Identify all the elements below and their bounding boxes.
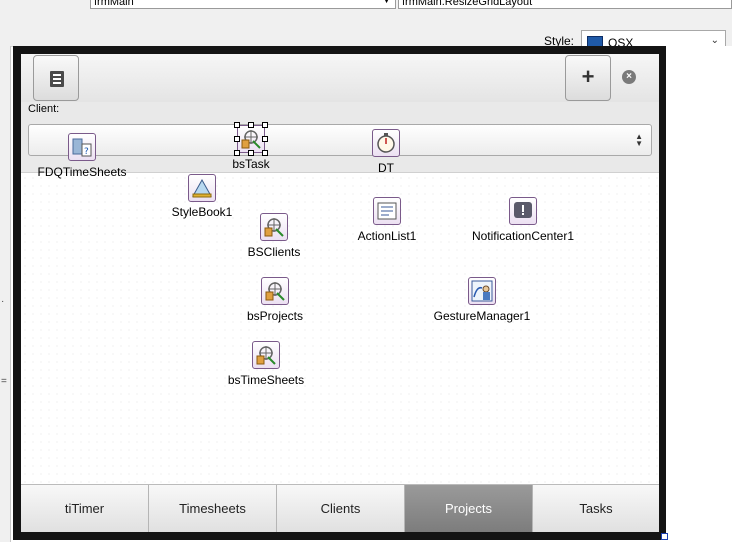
- dataset-component-icon[interactable]: ?: [68, 133, 96, 161]
- bindsource-component-icon[interactable]: [237, 125, 265, 153]
- chevron-down-icon[interactable]: ▼: [382, 0, 391, 7]
- component-caption: BSClients: [247, 245, 301, 259]
- selection-handle[interactable]: [248, 150, 254, 156]
- bindsource-component-icon[interactable]: [261, 277, 289, 305]
- tab-clients[interactable]: Clients: [277, 485, 405, 532]
- selection-handle[interactable]: [234, 150, 240, 156]
- selection-handle[interactable]: [262, 150, 268, 156]
- svg-text:?: ?: [84, 147, 89, 157]
- gesture-component-icon[interactable]: [468, 277, 496, 305]
- ide-right-area: [666, 46, 732, 542]
- component-caption: NotificationCenter1: [471, 229, 575, 243]
- client-label: Client:: [28, 103, 60, 115]
- ide-left-panel: · =: [0, 46, 11, 542]
- stylebook-component-icon[interactable]: [188, 174, 216, 202]
- add-button[interactable]: +: [565, 55, 611, 101]
- component-caption: StyleBook1: [171, 205, 233, 219]
- client-panel: Client: ▲ ▼: [21, 102, 659, 173]
- tab-bar: tiTimer Timesheets Clients Projects Task…: [21, 484, 659, 532]
- form-resize-handle[interactable]: [661, 533, 668, 540]
- event-selector-value: frmMain.ResizeGridLayout: [402, 0, 533, 8]
- clear-icon[interactable]: ×: [622, 70, 636, 84]
- selection-handle[interactable]: [248, 122, 254, 128]
- ide-top-toolbar: frmMain ▼ frmMain.ResizeGridLayout: [0, 0, 732, 10]
- form-toolbar: + ×: [21, 54, 659, 103]
- panel-mark: =: [1, 376, 7, 387]
- component-caption: GestureManager1: [433, 309, 531, 323]
- tab-timesheets[interactable]: Timesheets: [149, 485, 277, 532]
- selection-handle[interactable]: [262, 136, 268, 142]
- bindsource-component-icon[interactable]: [252, 341, 280, 369]
- event-selector-combo[interactable]: frmMain.ResizeGridLayout: [398, 0, 732, 9]
- form-selector-combo[interactable]: frmMain ▼: [90, 0, 396, 9]
- panel-mark: ·: [1, 296, 5, 307]
- component-caption: FDQTimeSheets: [37, 165, 127, 179]
- chevron-down-icon[interactable]: ⌄: [711, 35, 719, 46]
- updown-icon: ▲ ▼: [635, 132, 643, 148]
- form-selector-value: frmMain: [94, 0, 134, 8]
- tab-titimer[interactable]: tiTimer: [21, 485, 149, 532]
- form-canvas: + × Client: ▲ ▼ ? FDQTimeSheets bsTask D…: [21, 54, 659, 532]
- component-caption: bsTimeSheets: [227, 373, 305, 387]
- component-caption: DT: [378, 161, 394, 175]
- menu-button[interactable]: [33, 55, 79, 101]
- tab-projects[interactable]: Projects: [405, 485, 533, 532]
- list-icon: [50, 71, 64, 87]
- component-caption: ActionList1: [357, 229, 417, 243]
- actionlist-component-icon[interactable]: [373, 197, 401, 225]
- component-caption: bsProjects: [246, 309, 304, 323]
- component-caption: bsTask: [232, 157, 270, 171]
- client-combo[interactable]: ▲ ▼: [28, 124, 652, 156]
- notification-component-icon[interactable]: [509, 197, 537, 225]
- ide-style-bar: Style: OSX ⌄: [0, 10, 732, 53]
- selection-handle[interactable]: [234, 136, 240, 142]
- tab-tasks[interactable]: Tasks: [533, 485, 659, 532]
- selection-handle[interactable]: [234, 122, 240, 128]
- bindsource-component-icon[interactable]: [260, 213, 288, 241]
- selection-handle[interactable]: [262, 122, 268, 128]
- timer-component-icon[interactable]: [372, 129, 400, 157]
